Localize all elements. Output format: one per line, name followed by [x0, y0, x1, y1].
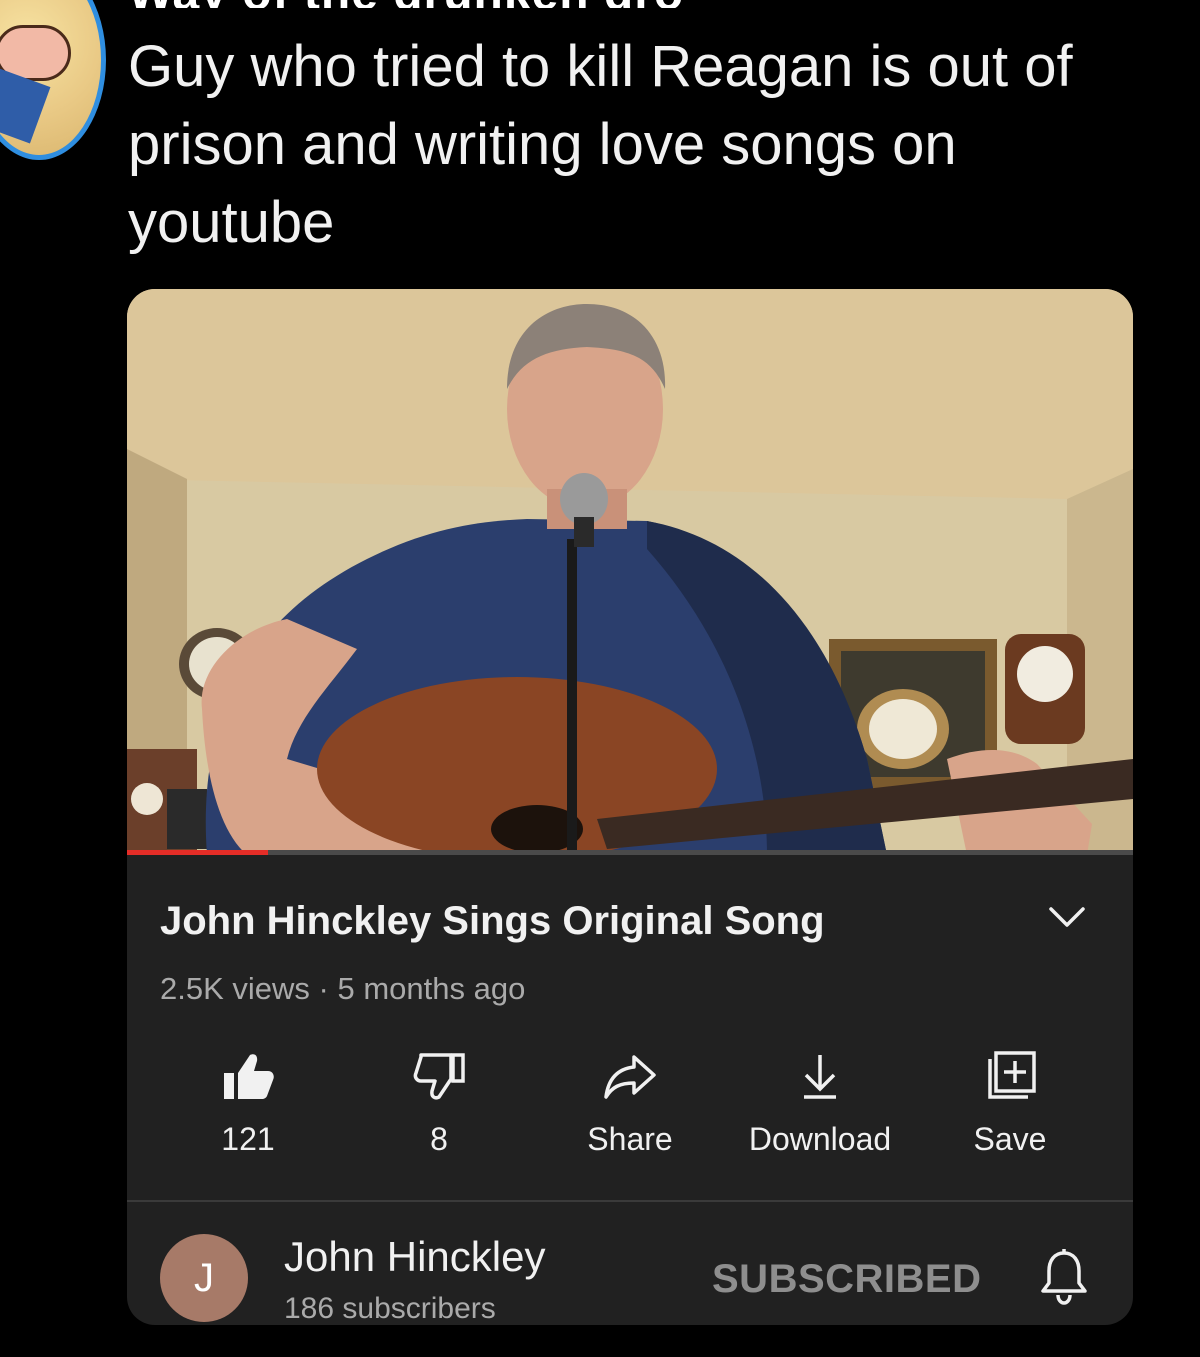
share-button[interactable]: Share: [535, 1049, 725, 1158]
video-progress-fill: [127, 850, 268, 855]
dislike-count: 8: [430, 1121, 448, 1157]
dislike-button[interactable]: 8: [344, 1049, 534, 1158]
video-thumbnail[interactable]: [127, 289, 1133, 855]
video-view-count: 2.5K views: [160, 971, 310, 1006]
video-title: John Hinckley Sings Original Song: [160, 899, 825, 943]
download-label: Download: [748, 1121, 892, 1157]
video-upload-age: 5 months ago: [337, 971, 526, 1006]
subscribe-button[interactable]: SUBSCRIBED: [712, 1257, 981, 1302]
video-thumbnail-image: [127, 289, 1133, 855]
download-button[interactable]: Download: [725, 1049, 915, 1158]
bell-icon[interactable]: [1039, 1247, 1089, 1305]
video-progress-bar[interactable]: [127, 850, 1133, 855]
tweet-author-header[interactable]: Way of the drunken dro: [128, 0, 1048, 8]
video-action-bar: 121 8 Share Download Save: [127, 1049, 1133, 1169]
save-button[interactable]: Save: [915, 1049, 1105, 1158]
playlist-add-icon: [988, 1051, 1036, 1099]
channel-avatar[interactable]: J: [160, 1234, 248, 1322]
video-metadata: 2.5K views · 5 months ago: [160, 971, 525, 1007]
tweet-author-avatar[interactable]: [0, 0, 106, 160]
tweet-author-name: Way of the drunken dro: [128, 0, 684, 8]
tweet-text: Guy who tried to kill Reagan is out of p…: [128, 34, 1073, 255]
thumbs-up-icon: [224, 1054, 274, 1099]
share-arrow-icon: [604, 1055, 656, 1099]
youtube-video-card: John Hinckley Sings Original Song 2.5K v…: [127, 289, 1133, 1325]
download-icon: [804, 1055, 836, 1099]
thumbs-down-icon: [413, 1053, 465, 1100]
metadata-separator: ·: [318, 971, 329, 1006]
like-count: 121: [221, 1121, 275, 1157]
subscriber-count: 186 subscribers: [284, 1292, 496, 1325]
share-label: Share: [587, 1121, 673, 1157]
section-divider: [127, 1200, 1133, 1202]
save-label: Save: [973, 1121, 1047, 1157]
channel-name[interactable]: John Hinckley: [284, 1233, 545, 1281]
chevron-down-icon[interactable]: [1045, 901, 1089, 931]
like-button[interactable]: 121: [153, 1049, 343, 1158]
